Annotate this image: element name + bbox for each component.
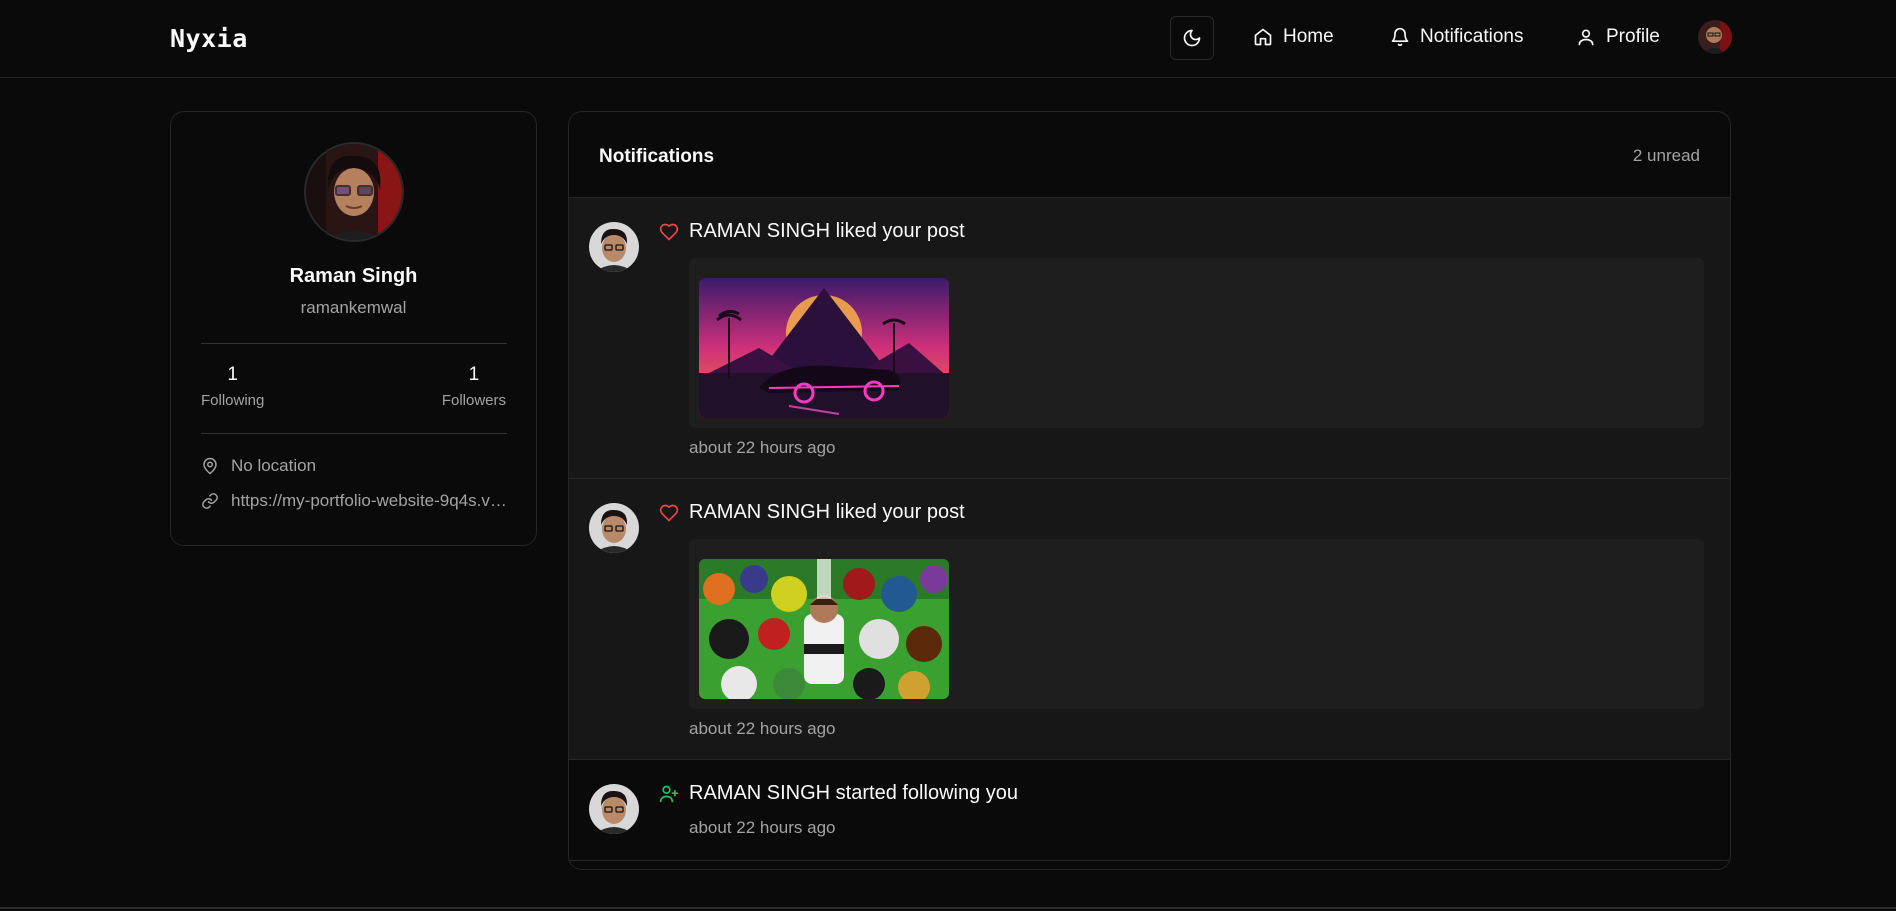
following-label: Following (201, 392, 265, 409)
link-icon (201, 492, 219, 510)
post-preview[interactable] (689, 539, 1704, 709)
avatar[interactable] (589, 503, 639, 553)
nav-home-label: Home (1283, 26, 1334, 47)
notification-line: RAMAN SINGH liked your post (659, 501, 965, 524)
avatar[interactable] (589, 784, 639, 834)
profile-name: Raman Singh (289, 265, 418, 287)
nav-notifications-label: Notifications (1420, 26, 1524, 47)
notification-time: about 22 hours ago (689, 719, 836, 738)
following-stat[interactable]: 1 Following (201, 364, 264, 409)
profile-avatar[interactable] (304, 142, 404, 242)
brand-logo[interactable]: Nyxia (170, 24, 248, 53)
heart-icon (659, 222, 679, 242)
nav-home-link[interactable]: Home (1253, 22, 1334, 52)
post-preview[interactable] (689, 258, 1704, 428)
location-row: No location (201, 456, 507, 476)
notification-text: RAMAN SINGH liked your post (689, 220, 965, 242)
nav-profile-link[interactable]: Profile (1576, 22, 1660, 52)
bell-icon (1390, 27, 1410, 47)
user-icon (1576, 27, 1596, 47)
top-navbar: Nyxia Home Notifications Profile (0, 0, 1896, 78)
followers-label: Followers (441, 392, 506, 409)
moon-icon (1182, 28, 1202, 48)
notification-item[interactable]: RAMAN SINGH liked your post about 22 hou… (569, 198, 1730, 479)
notification-line: RAMAN SINGH started following you (659, 782, 1018, 805)
divider (201, 343, 507, 344)
notification-text: RAMAN SINGH liked your post (689, 501, 965, 523)
unread-count: 2 unread (1632, 146, 1700, 165)
user-plus-icon (659, 784, 679, 804)
location-text: No location (231, 456, 317, 475)
notification-text: RAMAN SINGH started following you (689, 782, 1019, 804)
website-row[interactable]: https://my-portfolio-website-9q4s.vercel… (201, 491, 507, 511)
home-icon (1253, 27, 1273, 47)
notifications-panel: Notifications 2 unread RAMAN SINGH liked… (568, 111, 1731, 870)
notification-time: about 22 hours ago (689, 818, 836, 837)
synthwave-car-image[interactable] (699, 278, 949, 418)
notifications-title: Notifications (599, 146, 715, 167)
divider (201, 433, 507, 434)
nav-notifications-link[interactable]: Notifications (1390, 22, 1524, 52)
nav-profile-label: Profile (1606, 26, 1660, 47)
avatar[interactable] (589, 222, 639, 272)
website-link[interactable]: https://my-portfolio-website-9q4s.vercel… (231, 491, 507, 511)
notification-item[interactable]: RAMAN SINGH liked your post about 22 hou… (569, 479, 1730, 760)
theme-toggle-button[interactable] (1170, 16, 1214, 60)
notification-line: RAMAN SINGH liked your post (659, 220, 965, 243)
profile-username: ramankemwal (300, 298, 407, 317)
notifications-header: Notifications 2 unread (569, 112, 1730, 198)
page-bottom-border (0, 907, 1896, 909)
heart-icon (659, 503, 679, 523)
followers-stat[interactable]: 1 Followers (442, 364, 506, 409)
map-pin-icon (201, 457, 219, 475)
following-count: 1 (227, 364, 238, 385)
user-menu-avatar[interactable] (1698, 20, 1732, 54)
notification-item[interactable]: RAMAN SINGH started following you about … (569, 760, 1730, 861)
profile-card: Raman Singh ramankemwal 1 Following 1 Fo… (170, 111, 537, 546)
cartoon-collage-image[interactable] (699, 559, 949, 699)
notification-time: about 22 hours ago (689, 438, 836, 457)
followers-count: 1 (468, 364, 480, 385)
